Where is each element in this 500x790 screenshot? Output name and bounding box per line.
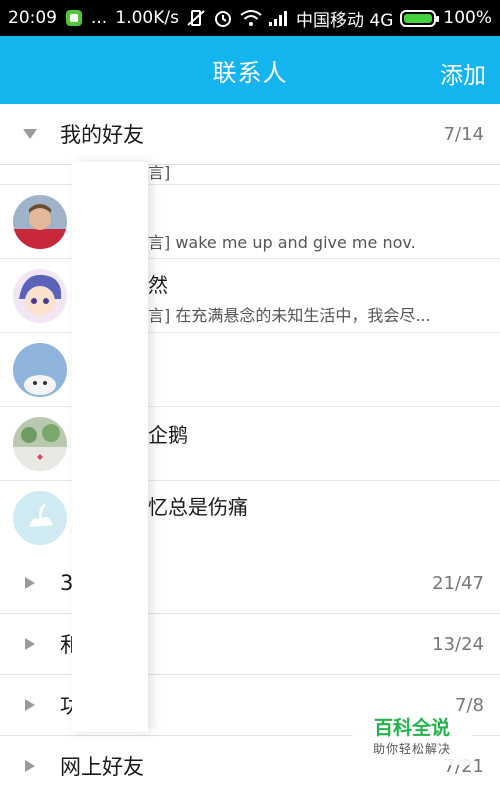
group-count: 13/24 [432, 633, 484, 655]
group-count: 7/14 [443, 123, 484, 145]
page-title: 联系人 [212, 58, 288, 87]
signal-icon [268, 10, 289, 26]
chevron-right-icon [0, 577, 60, 589]
contact-signature: 言] wake me up and give me nov. [148, 233, 416, 252]
status-bar: 20:09 ... 1.00K/s 中国移动 4G 100% [0, 0, 500, 36]
more-notifications: ... [91, 8, 108, 28]
avatar [13, 491, 67, 545]
avatar [13, 343, 67, 397]
contact-signature: 言] 在充满悬念的未知生活中，我会尽... [148, 306, 431, 325]
group-count: 21/47 [432, 572, 484, 594]
chevron-down-icon [0, 129, 60, 139]
app-notification-icon [65, 9, 83, 27]
avatar [13, 417, 67, 471]
watermark-subtitle: 助你轻松解决 [372, 742, 451, 756]
contact-name: 企鹅 [148, 423, 188, 447]
alarm-icon [213, 8, 233, 28]
clock: 20:09 [8, 8, 57, 28]
battery-icon [400, 9, 440, 27]
contact-name: 忆总是伤痛 [148, 495, 248, 519]
group-name: 网上好友 [60, 755, 144, 779]
group-row-my-friends[interactable]: 我的好友 7/14 [0, 104, 500, 165]
avatar [13, 269, 67, 323]
chevron-right-icon [0, 699, 60, 711]
chevron-right-icon [0, 760, 60, 772]
chevron-right-icon [0, 638, 60, 650]
wifi-icon [240, 9, 262, 27]
carrier: 中国移动 4G [295, 10, 394, 31]
network-speed: 1.00K/s [115, 8, 179, 28]
avatar [13, 195, 67, 249]
watermark: 百科全说 助你轻松解决 [352, 713, 472, 765]
add-button[interactable]: 添加 [440, 56, 486, 90]
group-name: 我的好友 [60, 123, 144, 147]
battery-percent: 100% [443, 8, 492, 28]
header: 联系人 添加 [0, 36, 500, 104]
drag-overlay [72, 162, 148, 732]
vibrate-off-icon [186, 9, 206, 27]
contact-signature: 言] [148, 165, 171, 182]
contact-name: 然 [148, 273, 168, 297]
watermark-title: 百科全说 [373, 717, 450, 739]
